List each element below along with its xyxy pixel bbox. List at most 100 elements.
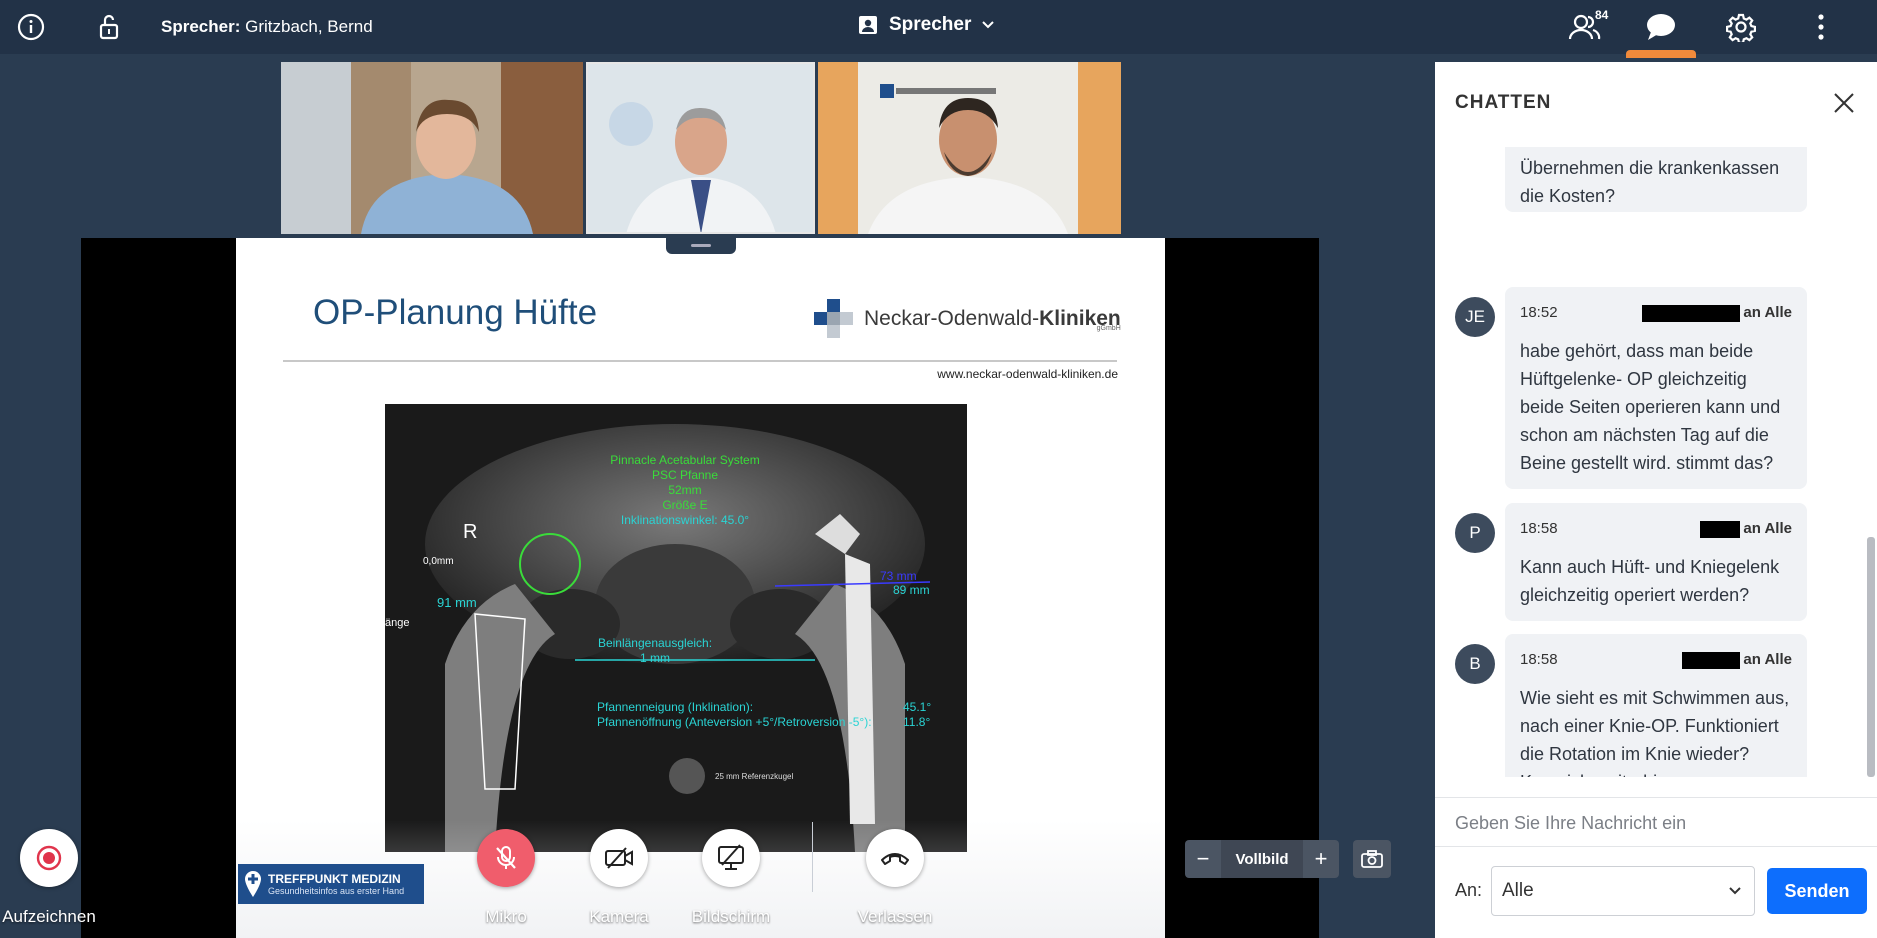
close-icon [1834, 93, 1854, 113]
chat-message-recipient: an Alle [1743, 304, 1792, 321]
chevron-down-icon [982, 21, 995, 29]
speaker-prefix: Sprecher: [161, 17, 241, 36]
xray-side-marker: R [463, 521, 477, 543]
xray-cup-2: Pfannenöffnung (Anteversion +5°/Retrover… [597, 715, 872, 729]
camera-control: Kamera [564, 829, 674, 927]
recipient-value: Alle [1502, 880, 1534, 901]
xray-right-mm-1: 73 mm [880, 569, 917, 583]
xray-implant-line-4: Größe E [662, 498, 707, 512]
recipient-label: An: [1455, 880, 1483, 900]
chevron-down-icon [1729, 887, 1741, 895]
treffpunkt-sub: Gesundheitsinfos aus erster Hand [268, 886, 405, 896]
chat-panel: CHATTEN Übernehmen die krankenkassen die… [1435, 62, 1877, 938]
chat-icon[interactable] [1645, 11, 1677, 43]
brand-logo: Neckar-Odenwald-Kliniken gGmbH [814, 299, 1121, 339]
record-button[interactable] [20, 829, 78, 887]
xray-implant-line-1: Pinnacle Acetabular System [610, 453, 759, 467]
speaker-name: Gritzbach, Bernd [245, 17, 373, 36]
slide-url: www.neckar-odenwald-kliniken.de [937, 367, 1118, 381]
mic-label: Mikro [485, 907, 527, 926]
xray-left-91: 91 mm [437, 595, 477, 610]
xray-implant-line-2: PSC Pfanne [652, 468, 718, 482]
avatar: P [1455, 513, 1495, 553]
chat-message-time: 18:58 [1520, 651, 1558, 668]
slide-divider [283, 360, 1117, 362]
mic-button[interactable] [477, 829, 535, 887]
presentation-handle[interactable] [666, 236, 736, 254]
screen-label: Bildschirm [691, 907, 771, 926]
xray-zero: 0,0mm [423, 556, 454, 567]
chat-scrollbar[interactable] [1865, 147, 1877, 797]
video-tile-participant-3[interactable] [818, 62, 1121, 234]
chat-title: CHATTEN [1455, 92, 1552, 113]
chat-message-text: Wie sieht es mit Schwimmen aus, nach ein… [1520, 688, 1790, 777]
top-bar: Sprecher: Gritzbach, Bernd Sprecher 84 [0, 0, 1877, 58]
chat-message-recipient: an Alle [1743, 520, 1792, 537]
screen-share-button[interactable] [702, 829, 760, 887]
chat-message: 18:52 an Alle habe gehört, dass man beide… [1505, 287, 1807, 489]
pin-icon [245, 871, 261, 897]
redacted-name [1700, 520, 1741, 538]
redacted-name [1642, 304, 1741, 322]
brand-cross-icon [814, 299, 853, 338]
chat-message-time: 18:52 [1520, 304, 1558, 321]
screen-control: Bildschirm [676, 829, 786, 927]
xray-cup-value-2: 11.8° [903, 715, 930, 729]
record-control: Aufzeichnen [0, 829, 104, 927]
treffpunkt-logo: TREFFPUNKT MEDIZIN Gesundheitsinfos aus … [238, 864, 424, 904]
gear-icon[interactable] [1725, 11, 1757, 43]
record-label: Aufzeichnen [2, 907, 96, 926]
chat-message-input[interactable] [1455, 808, 1855, 838]
redacted-name [1682, 651, 1741, 669]
unlock-icon[interactable] [93, 11, 125, 43]
current-speaker: Sprecher: Gritzbach, Bernd [161, 17, 373, 37]
xray-implant-line-3: 52mm [668, 483, 701, 497]
brand-name: Neckar-Odenwald- [864, 307, 1040, 330]
close-chat-button[interactable] [1831, 90, 1857, 116]
video-tile-participant-2[interactable] [586, 62, 815, 234]
zoom-in-button[interactable]: + [1303, 840, 1339, 878]
brand-sub: gGmbH [1096, 325, 1121, 332]
xray-ref-ball: 25 mm Referenzkugel [715, 772, 793, 781]
chat-message-recipient: an Alle [1743, 651, 1792, 668]
recipient-select[interactable]: Alle [1491, 866, 1755, 916]
xray-leg-length-1: Beinlängenausgleich: [598, 636, 712, 650]
video-tile-participant-1[interactable] [281, 62, 583, 234]
xray-implant-line-5: Inklinationswinkel: 45.0° [621, 513, 749, 527]
xray-cup-1: Pfannenneigung (Inklination): [597, 700, 753, 714]
mic-muted-icon [496, 846, 516, 869]
layout-dropdown[interactable]: Sprecher [857, 14, 995, 36]
treffpunkt-title: TREFFPUNKT MEDIZIN [268, 872, 401, 886]
leave-button[interactable] [866, 829, 924, 887]
chat-message: Übernehmen die krankenkassen die Kosten? [1505, 147, 1807, 212]
participants-count: 84 [1595, 8, 1609, 22]
info-icon[interactable] [15, 11, 47, 43]
chat-message: 18:58 an Alle Wie sieht es mit Schwimmen … [1505, 634, 1807, 777]
screen-share-off-icon [718, 844, 744, 870]
record-icon [36, 845, 62, 871]
xray-cup-value-1: 45.1° [903, 700, 931, 714]
send-button[interactable]: Senden [1767, 868, 1867, 914]
camera-label: Kamera [589, 907, 649, 926]
snapshot-button[interactable] [1353, 840, 1391, 878]
chat-message-text: Kann auch Hüft- und Kniegelenk gleichzei… [1520, 557, 1780, 605]
more-options-icon[interactable] [1805, 11, 1837, 43]
chat-active-indicator [1626, 50, 1696, 58]
fullscreen-button[interactable]: Vollbild [1221, 840, 1303, 878]
xray-leg-length-2: 1 mm [640, 651, 670, 665]
avatar: B [1455, 644, 1495, 684]
video-strip [281, 62, 1121, 234]
leave-label: Verlassen [857, 907, 933, 926]
chat-message-list[interactable]: Übernehmen die krankenkassen die Kosten?… [1435, 147, 1865, 777]
presenter-icon [859, 16, 877, 34]
zoom-out-button[interactable]: − [1185, 840, 1221, 878]
avatar: JE [1455, 297, 1495, 337]
chat-message: 18:58 an Alle Kann auch Hüft- und Kniegel… [1505, 503, 1807, 621]
slide-title: OP-Planung Hüfte [313, 293, 598, 332]
chat-message-time: 18:58 [1520, 520, 1558, 537]
scrollbar-thumb[interactable] [1867, 537, 1875, 777]
chat-message-text: Übernehmen die krankenkassen die Kosten? [1520, 158, 1780, 206]
camera-button[interactable] [590, 829, 648, 887]
xray-right-mm-2: 89 mm [893, 583, 930, 597]
xray-left-cut: änge [385, 617, 409, 629]
